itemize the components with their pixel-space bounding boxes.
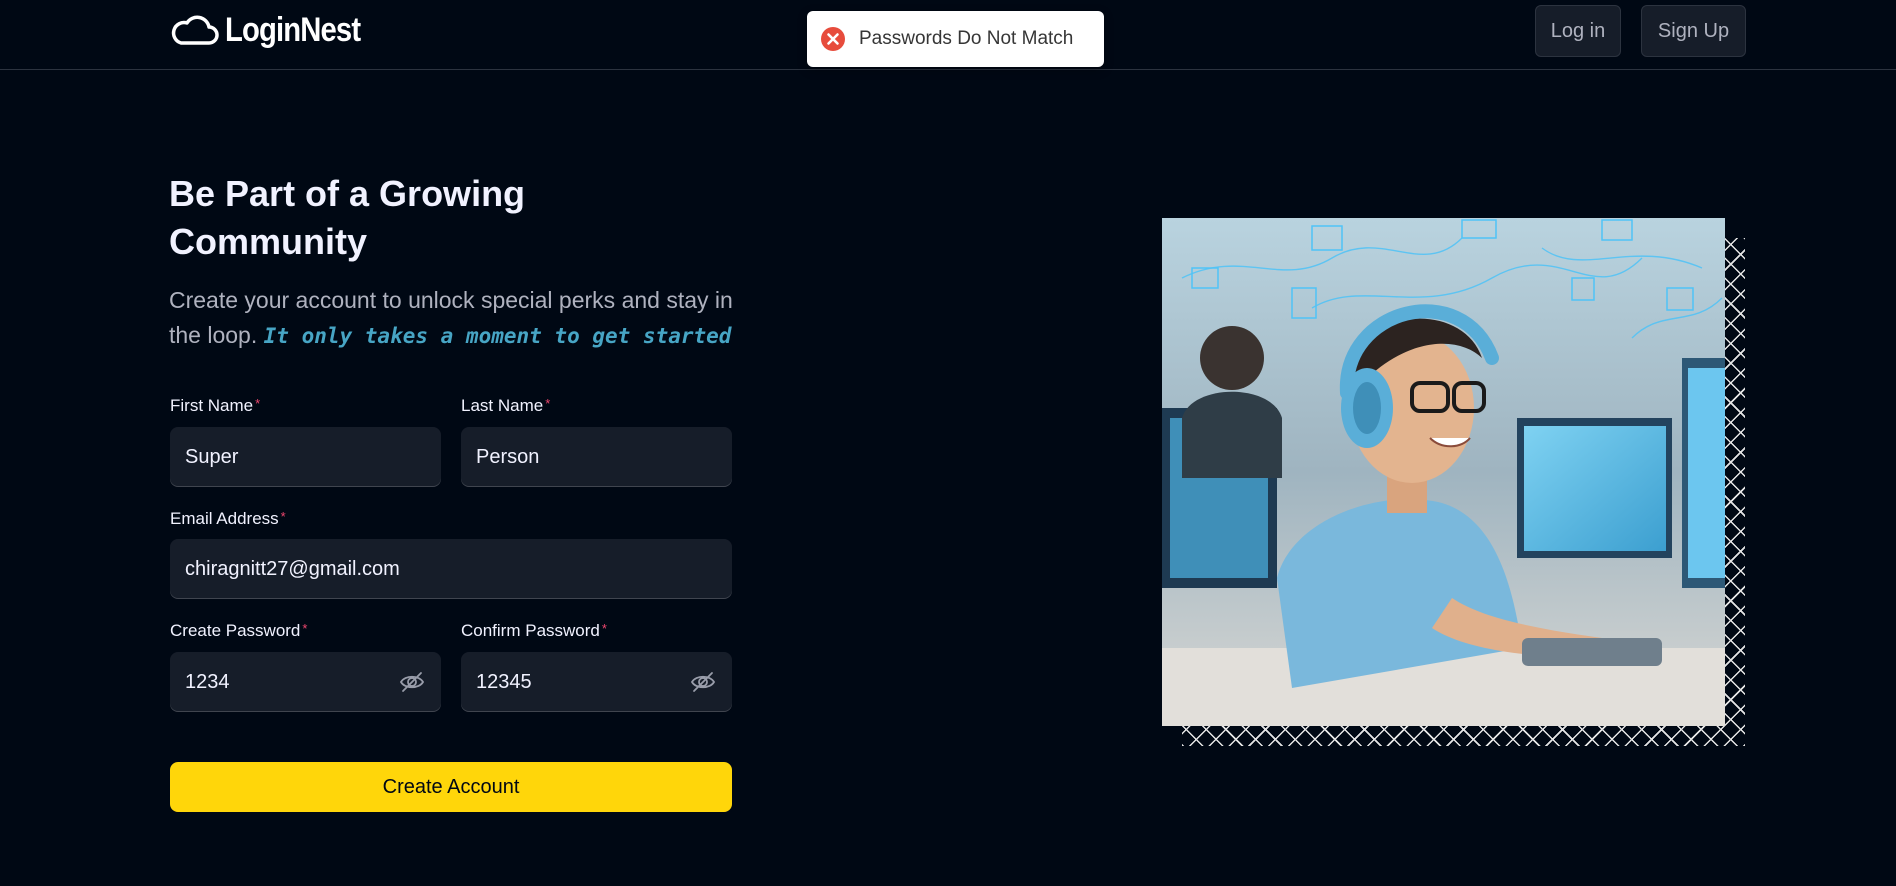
page-subtitle: Create your account to unlock special pe… bbox=[169, 283, 749, 354]
confirm-password-value[interactable]: 12345 bbox=[476, 671, 532, 694]
create-account-button[interactable]: Create Account bbox=[170, 762, 732, 812]
password-label-text: Create Password bbox=[170, 621, 301, 640]
hero-image bbox=[1162, 218, 1725, 726]
last-name-label: Last Name * bbox=[461, 396, 550, 416]
subtitle-highlight: It only takes a moment to get started bbox=[263, 324, 732, 348]
error-circle-icon bbox=[821, 27, 845, 51]
confirm-password-input[interactable]: 12345 bbox=[461, 652, 732, 712]
email-input[interactable]: chiragnitt27@gmail.com bbox=[170, 539, 732, 599]
required-marker: * bbox=[545, 396, 551, 411]
required-marker: * bbox=[255, 396, 261, 411]
password-input[interactable]: 1234 bbox=[170, 652, 441, 712]
first-name-label: First Name * bbox=[170, 396, 260, 416]
required-marker: * bbox=[280, 509, 286, 524]
confirm-password-label-text: Confirm Password bbox=[461, 621, 600, 640]
error-toast: Passwords Do Not Match bbox=[807, 11, 1104, 67]
first-name-input[interactable]: Super bbox=[170, 427, 441, 487]
first-name-label-text: First Name bbox=[170, 396, 254, 415]
required-marker: * bbox=[302, 621, 308, 636]
last-name-label-text: Last Name bbox=[461, 396, 544, 415]
required-marker: * bbox=[601, 621, 607, 636]
email-label: Email Address * bbox=[170, 509, 286, 529]
toast-message: Passwords Do Not Match bbox=[859, 28, 1074, 49]
password-label: Create Password * bbox=[170, 621, 307, 641]
logo[interactable]: LoginNest bbox=[169, 10, 382, 50]
signup-button[interactable]: Sign Up bbox=[1641, 5, 1746, 57]
eye-off-icon[interactable] bbox=[690, 669, 716, 695]
email-label-text: Email Address bbox=[170, 509, 279, 528]
cloud-icon bbox=[171, 15, 219, 45]
brand-name: LoginNest bbox=[225, 10, 361, 49]
page-title: Be Part of a Growing Community bbox=[169, 173, 526, 262]
confirm-password-label: Confirm Password * bbox=[461, 621, 607, 641]
student-illustration bbox=[1162, 218, 1725, 726]
last-name-input[interactable]: Person bbox=[461, 427, 732, 487]
login-button[interactable]: Log in bbox=[1535, 5, 1621, 57]
eye-off-icon[interactable] bbox=[399, 669, 425, 695]
password-value[interactable]: 1234 bbox=[185, 671, 230, 694]
